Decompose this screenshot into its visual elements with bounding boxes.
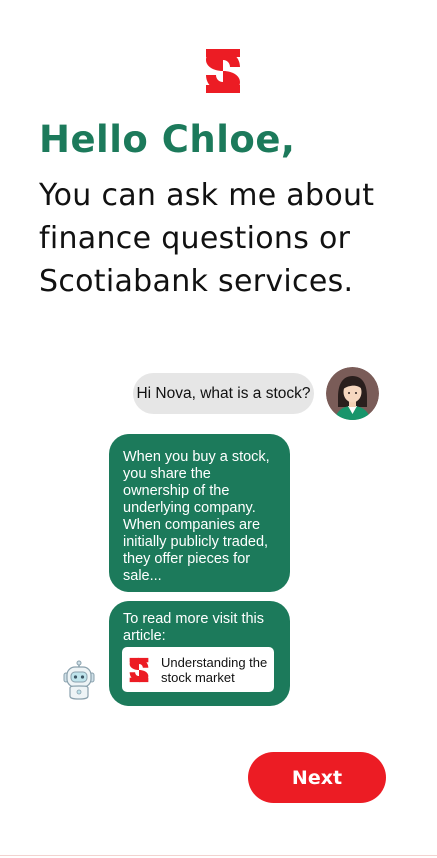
bot-message-line: they offer pieces for — [123, 551, 251, 567]
bot-link-intro-line: article: — [123, 628, 166, 644]
intro-line: finance questions or — [39, 221, 351, 256]
article-title-line: Understanding the — [161, 654, 268, 670]
bot-link-intro-line: To read more visit this — [123, 611, 265, 627]
user-message-bubble: Hi Nova, what is a stock? — [133, 373, 314, 414]
user-avatar-icon — [326, 367, 379, 420]
user-message-text: Hi Nova, what is a stock? — [136, 384, 311, 402]
next-button[interactable]: Next — [248, 752, 386, 803]
bot-article-bubble: To read more visit this article: Underst… — [109, 601, 290, 706]
intro-text: You can ask me about finance questions o… — [39, 174, 419, 303]
intro-line: Scotiabank services. — [39, 264, 354, 299]
intro-line: You can ask me about — [39, 178, 375, 213]
bot-message-line: you share the — [123, 466, 211, 482]
scotiabank-logo-icon — [129, 657, 149, 682]
article-title-line: stock market — [161, 669, 235, 685]
bot-message-line: initially publicly traded, — [123, 534, 269, 550]
bottom-divider — [0, 855, 437, 856]
bot-message-bubble: When you buy a stock, you share the owne… — [109, 434, 290, 592]
bot-message-line: underlying company. — [123, 500, 256, 516]
bot-message-line: When companies are — [123, 517, 261, 533]
greeting-title: Hello Chloe, — [39, 118, 296, 161]
bot-message-line: ownership of the — [123, 483, 230, 499]
bot-message-line: sale... — [123, 568, 162, 584]
article-title: Understanding the stock market — [161, 655, 267, 685]
bot-message-line: When you buy a stock, — [123, 449, 270, 465]
article-link-card[interactable]: Understanding the stock market — [122, 647, 274, 692]
robot-avatar-icon — [63, 660, 95, 700]
scotiabank-logo-icon — [206, 49, 240, 93]
